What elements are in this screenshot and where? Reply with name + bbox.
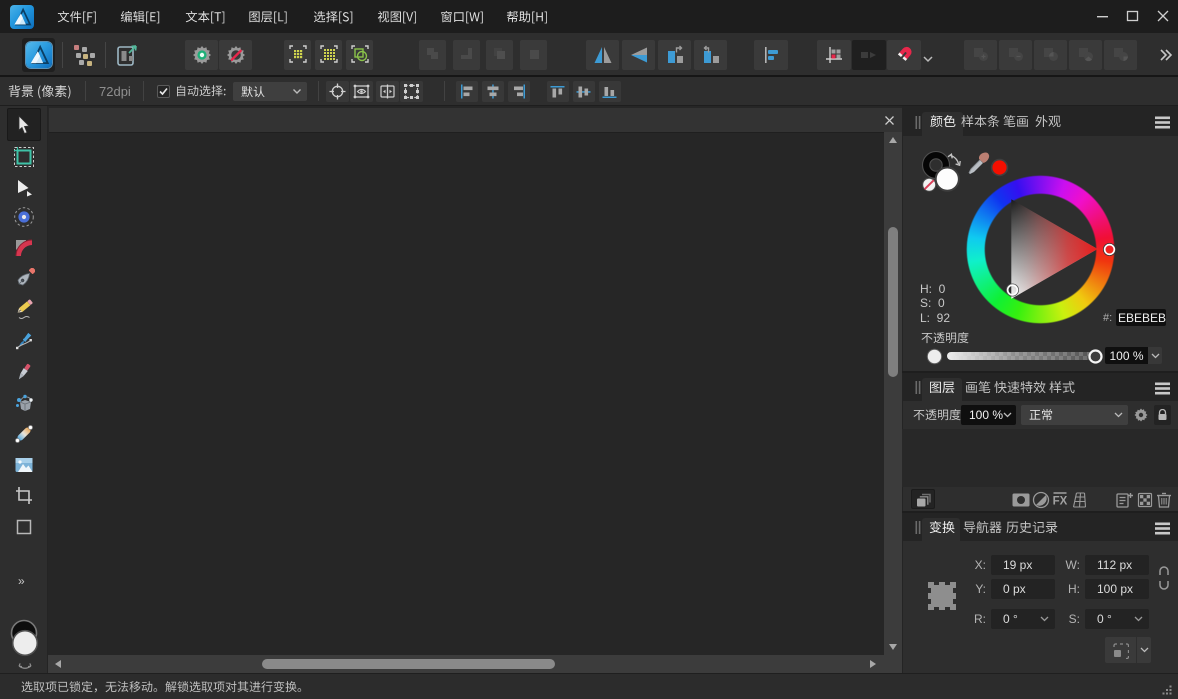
svg-text:FX: FX — [1053, 496, 1068, 508]
